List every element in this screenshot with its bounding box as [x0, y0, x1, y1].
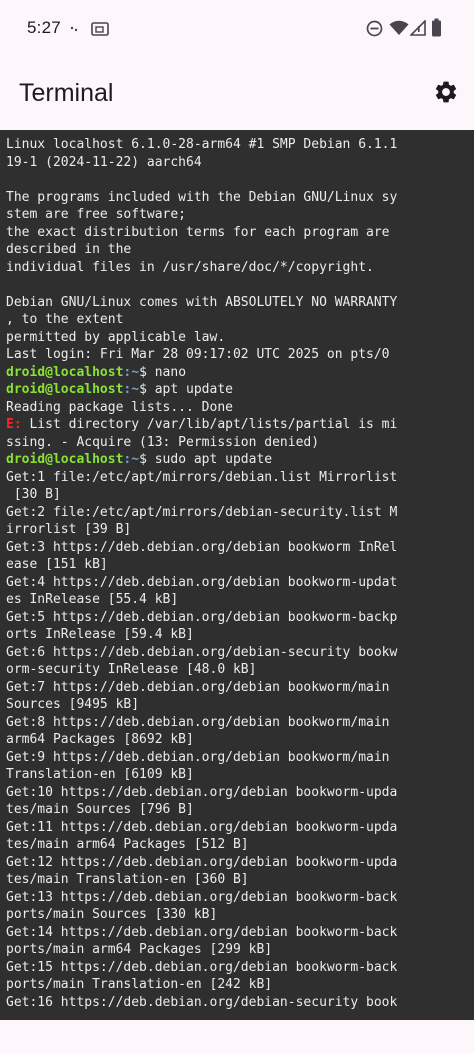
terminal-line: Reading package lists... Done — [6, 399, 233, 415]
terminal-line: Get:2 file:/etc/apt/mirrors/debian-secur… — [6, 504, 398, 520]
terminal-line: ssing. - Acquire (13: Permission denied) — [6, 434, 320, 450]
terminal-line: Get:5 https://deb.debian.org/debian book… — [6, 609, 398, 625]
terminal-line: Get:14 https://deb.debian.org/debian boo… — [6, 924, 398, 940]
terminal-line: irrorlist [39 B] — [6, 522, 132, 537]
prompt-path: :~ — [123, 364, 140, 380]
terminal-line: Translation-en [6109 kB] — [6, 767, 194, 782]
terminal-line: ports/main Translation-en [242 kB] — [6, 977, 273, 992]
gear-icon — [435, 81, 457, 103]
error-tag: E: — [6, 417, 22, 432]
terminal-line: Linux localhost 6.1.0-28-arm64 #1 SMP De… — [6, 137, 398, 152]
prompt-user-host: droid@localhost — [6, 382, 124, 397]
terminal-line: Get:12 https://deb.debian.org/debian boo… — [6, 854, 398, 870]
terminal-line: , to the extent — [6, 312, 124, 327]
terminal-line: Debian GNU/Linux comes with ABSOLUTELY N… — [6, 294, 398, 310]
prompt-path: :~ — [123, 382, 140, 397]
signal-icon — [410, 20, 426, 36]
terminal-line: ports/main arm64 Packages [299 kB] — [6, 942, 273, 957]
terminal-line: Get:3 https://deb.debian.org/debian book… — [6, 539, 398, 555]
terminal-line: described in the — [6, 242, 132, 257]
terminal-line: Get:11 https://deb.debian.org/debian boo… — [6, 819, 398, 835]
prompt-command: $ nano — [139, 364, 187, 380]
bottom-area — [0, 1020, 474, 1053]
terminal-line: ports/main Sources [330 kB] — [6, 907, 218, 922]
terminal-line: ease [151 kB] — [6, 557, 108, 572]
terminal-line: Get:1 file:/etc/apt/mirrors/debian.list … — [6, 469, 398, 485]
prompt-command: $ apt update — [139, 382, 233, 397]
terminal-line: stem are free software; — [6, 207, 187, 222]
prompt-command: $ sudo apt update — [139, 452, 273, 467]
prompt-path: :~ — [123, 452, 140, 467]
terminal-line: tes/main Translation-en [360 B] — [6, 872, 249, 887]
terminal-line: Get:13 https://deb.debian.org/debian boo… — [6, 889, 398, 905]
terminal-line: arm64 Packages [8692 kB] — [6, 732, 194, 747]
terminal-line: Get:15 https://deb.debian.org/debian boo… — [6, 959, 398, 975]
notification-dots-icon — [70, 26, 78, 32]
terminal-output: Linux localhost 6.1.0-28-arm64 #1 SMP De… — [6, 136, 397, 1011]
terminal-line: Get:6 https://deb.debian.org/debian-secu… — [6, 644, 398, 660]
cast-icon — [91, 22, 109, 36]
app-bar: Terminal — [0, 58, 474, 130]
terminal-prompt-line: droid@localhost:~$ sudo apt update — [6, 451, 397, 469]
terminal-line: permitted by applicable law. — [6, 329, 226, 345]
settings-button[interactable] — [426, 72, 466, 112]
terminal-prompt-line: droid@localhost:~$ nano — [6, 364, 397, 382]
wifi-icon — [389, 20, 409, 35]
status-time: 5:27 — [27, 18, 61, 37]
terminal-line: tes/main arm64 Packages [512 B] — [6, 837, 249, 852]
terminal-view[interactable]: Linux localhost 6.1.0-28-arm64 #1 SMP De… — [0, 130, 474, 1020]
do-not-disturb-icon — [366, 20, 383, 37]
terminal-prompt-line: droid@localhost:~$ apt update — [6, 381, 397, 399]
terminal-line: Last login: Fri Mar 28 09:17:02 UTC 2025… — [6, 347, 390, 362]
terminal-line: Get:7 https://deb.debian.org/debian book… — [6, 679, 390, 695]
terminal-line: orts InRelease [59.4 kB] — [6, 627, 194, 642]
terminal-line: The programs included with the Debian GN… — [6, 189, 398, 205]
terminal-line: [30 B] — [6, 487, 61, 502]
terminal-line: Sources [9495 kB] — [6, 697, 140, 712]
terminal-line: the exact distribution terms for each pr… — [6, 224, 390, 240]
terminal-error-line: E: List directory /var/lib/apt/lists/par… — [6, 416, 397, 434]
prompt-user-host: droid@localhost — [6, 364, 124, 380]
terminal-line: Get:16 https://deb.debian.org/debian-sec… — [6, 994, 398, 1010]
terminal-line: es InRelease [55.4 kB] — [6, 592, 179, 607]
prompt-user-host: droid@localhost — [6, 452, 124, 467]
error-text: List directory /var/lib/apt/lists/partia… — [21, 417, 398, 432]
status-bar: 5:27 — [0, 0, 474, 58]
terminal-line: Get:10 https://deb.debian.org/debian boo… — [6, 784, 398, 800]
page-title: Terminal — [19, 79, 114, 107]
battery-icon — [432, 18, 441, 37]
terminal-line: Get:4 https://deb.debian.org/debian book… — [6, 574, 398, 590]
terminal-line: Get:8 https://deb.debian.org/debian book… — [6, 714, 390, 730]
terminal-line: 19-1 (2024-11-22) aarch64 — [6, 154, 202, 170]
terminal-line: orm-security InRelease [48.0 kB] — [6, 662, 257, 677]
terminal-line: individual files in /usr/share/doc/*/cop… — [6, 259, 374, 275]
terminal-line: tes/main Sources [796 B] — [6, 802, 194, 817]
terminal-line: Get:9 https://deb.debian.org/debian book… — [6, 749, 390, 765]
